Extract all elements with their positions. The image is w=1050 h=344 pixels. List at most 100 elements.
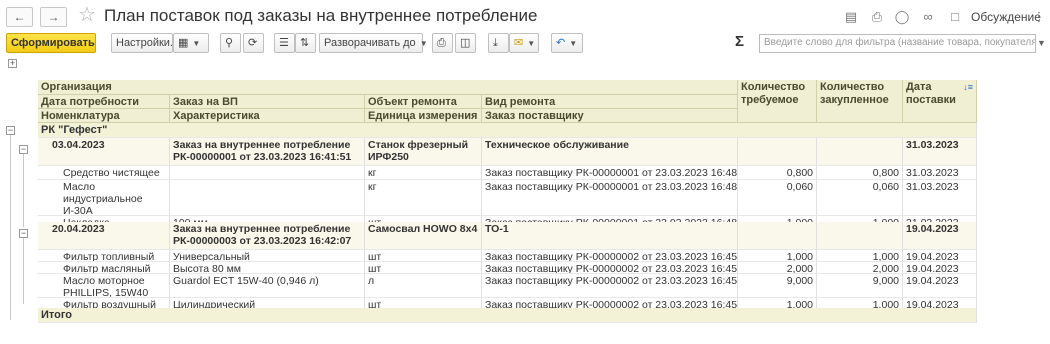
header-supply-date: Дата поставки ↓≡ [903, 80, 977, 123]
group-repair-type: Техническое обслуживание [482, 138, 738, 166]
find-next-button[interactable]: ⟳ [243, 33, 264, 53]
more-icon[interactable]: ⋮ [1031, 9, 1047, 25]
settings-button[interactable]: Настройки... [111, 33, 179, 53]
tree-line [23, 150, 24, 227]
item-characteristic: Высота 80 мм [170, 262, 365, 274]
org-row[interactable]: РК "Гефест" [38, 123, 977, 138]
header-need-date: Дата потребности [38, 95, 170, 109]
sort-icon: ⇅ [300, 37, 310, 49]
item-qty-bought: 2,000 [817, 262, 903, 274]
item-unit: кг [365, 166, 482, 180]
group-qty-bought [817, 138, 903, 166]
group-qty-bought [817, 222, 903, 250]
item-supply-date: 19.04.2023 [903, 262, 977, 274]
chevron-down-icon: ▼ [192, 39, 201, 48]
item-qty-bought: 1,000 [817, 250, 903, 262]
tree-line [10, 130, 11, 320]
list-icon: ☰ [279, 37, 289, 49]
item-unit: л [365, 274, 482, 298]
find-button[interactable]: ⚲ [220, 33, 241, 53]
header-repair-type: Вид ремонта [482, 95, 738, 109]
preview-icon[interactable]: ◯ [894, 9, 910, 25]
search-dropdown-icon[interactable]: ▼ [1037, 34, 1047, 53]
expand-to-dropdown[interactable]: Разворачивать до ▼ [319, 33, 428, 53]
mail-button[interactable]: ✉ ▼ [509, 33, 539, 53]
search-input[interactable]: Введите слово для фильтра (название това… [759, 34, 1036, 53]
item-supplier-order[interactable]: Заказ поставщику РК-00000001 от 23.03.20… [482, 166, 738, 180]
tree-line [23, 234, 24, 304]
item-supplier-order[interactable]: Заказ поставщику РК-00000002 от 23.03.20… [482, 250, 738, 262]
title-bar: ← → ☆ План поставок под заказы на внутре… [0, 0, 1050, 32]
item-qty-required: 0,800 [738, 166, 817, 180]
group-supply-date: 19.04.2023 [903, 222, 977, 250]
item-supplier-order[interactable]: Заказ поставщику РК-00000001 от 23.03.20… [482, 180, 738, 216]
header-qty-required: Количество требуемое [738, 80, 817, 123]
total-row: Итого [38, 308, 977, 323]
print-icon[interactable]: ⎙ [869, 9, 885, 25]
chevron-down-icon: ▼ [569, 39, 578, 48]
groups-button[interactable]: ☰ [274, 33, 295, 53]
star-icon[interactable]: ☆ [78, 4, 96, 26]
item-supply-date: 31.03.2023 [903, 180, 977, 216]
group-date: 03.04.2023 [38, 138, 170, 166]
download-button[interactable]: ⤓ [488, 33, 509, 53]
comment-icon[interactable]: □ [947, 9, 963, 25]
item-name: Масло моторное PHILLIPS, 15W40 [38, 274, 170, 298]
header-nomenclature: Номенклатура [38, 109, 170, 123]
print-icon: ⎙ [437, 37, 446, 49]
sort-desc-icon[interactable]: ↓≡ [963, 81, 973, 94]
item-supplier-order[interactable]: Заказ поставщику РК-00000002 от 23.03.20… [482, 262, 738, 274]
group-order[interactable]: Заказ на внутреннее потребление РК-00000… [170, 222, 365, 250]
link-icon[interactable]: ∞ [920, 9, 936, 25]
return-arrow-icon: ↶ [556, 37, 566, 49]
navigate-button[interactable]: ↶ ▼ [551, 33, 583, 53]
item-unit: шт [365, 250, 482, 262]
group-supply-date: 31.03.2023 [903, 138, 977, 166]
sum-icon[interactable]: Σ [735, 33, 744, 50]
item-qty-required: 0,060 [738, 180, 817, 216]
print-button[interactable]: ⎙ [432, 33, 453, 53]
header-order: Заказ на ВП [170, 95, 365, 109]
item-supply-date: 31.03.2023 [903, 166, 977, 180]
item-supply-date: 19.04.2023 [903, 250, 977, 262]
item-qty-required: 1,000 [738, 250, 817, 262]
expand-all-toggle[interactable]: + [8, 59, 17, 68]
item-supply-date: 19.04.2023 [903, 274, 977, 298]
header-qty-bought: Количество закупленное [817, 80, 903, 123]
collapse-group-toggle[interactable]: − [19, 229, 28, 238]
item-characteristic: Guardol ECT 15W-40 (0,946 л) [170, 274, 365, 298]
group-date: 20.04.2023 [38, 222, 170, 250]
header-characteristic: Характеристика [170, 109, 365, 123]
search-next-icon: ⟳ [248, 37, 258, 49]
page-title: План поставок под заказы на внутреннее п… [104, 6, 538, 25]
preview-button[interactable]: ◫ [455, 33, 476, 53]
group-order[interactable]: Заказ на внутреннее потребление РК-00000… [170, 138, 365, 166]
header-unit: Единица измерения [365, 109, 482, 123]
item-unit: шт [365, 262, 482, 274]
forward-arrow-icon[interactable]: → [40, 7, 67, 27]
report-variant-icon: ▦ [178, 37, 189, 49]
group-qty-required [738, 138, 817, 166]
chevron-down-icon: ▼ [527, 39, 536, 48]
item-characteristic [170, 180, 365, 216]
item-qty-bought: 0,060 [817, 180, 903, 216]
header-supplier-order: Заказ поставщику [482, 109, 738, 123]
chevron-down-icon: ▼ [419, 39, 428, 48]
item-name: Средство чистящее [38, 166, 170, 180]
back-arrow-icon[interactable]: ← [6, 7, 33, 27]
sort-button[interactable]: ⇅ [295, 33, 316, 53]
item-qty-required: 9,000 [738, 274, 817, 298]
item-characteristic [170, 166, 365, 180]
mail-icon: ✉ [514, 37, 524, 49]
group-repair-object: Станок фрезерный ИРФ250 [365, 138, 482, 166]
preview-icon: ◫ [460, 37, 471, 49]
save-icon[interactable]: ▤ [843, 9, 859, 25]
header-organization: Организация [38, 80, 738, 95]
generate-button[interactable]: Сформировать [6, 33, 96, 53]
item-supplier-order[interactable]: Заказ поставщику РК-00000002 от 23.03.20… [482, 274, 738, 298]
variant-menu-button[interactable]: ▦ ▼ [173, 33, 209, 53]
collapse-group-toggle[interactable]: − [19, 145, 28, 154]
item-characteristic: Универсальный [170, 250, 365, 262]
collapse-org-toggle[interactable]: − [6, 126, 15, 135]
item-name: Фильтр масляный [38, 262, 170, 274]
